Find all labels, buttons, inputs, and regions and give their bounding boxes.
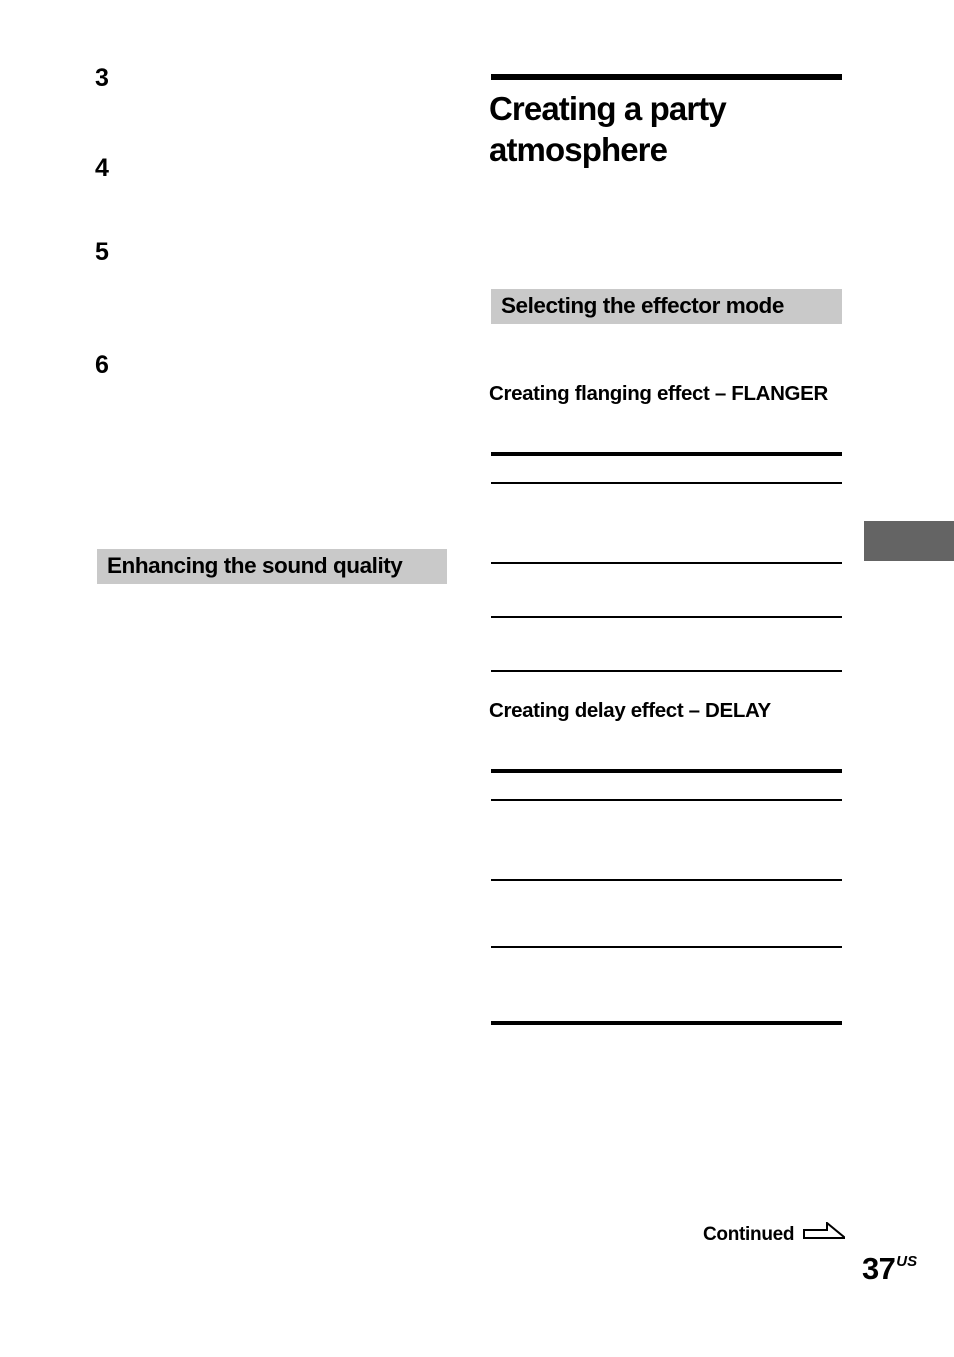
section-band-label: Enhancing the sound quality <box>107 553 403 579</box>
page-title: Creating a party atmosphere <box>489 90 727 168</box>
title-top-rule <box>491 74 842 80</box>
subheading-flanger: Creating flanging effect – FLANGER <box>489 382 828 405</box>
step-number-5: 5 <box>95 238 109 266</box>
table-rule-header <box>491 799 842 801</box>
step-number-3: 3 <box>95 64 109 92</box>
manual-page: 3 4 5 6 Enhancing the sound quality Crea… <box>0 0 954 1357</box>
flanger-parameter-table <box>491 452 842 674</box>
right-column: Creating a party atmosphere Selecting th… <box>470 0 954 1357</box>
table-rule-header <box>491 482 842 484</box>
table-rule-top <box>491 452 842 456</box>
section-band-label: Selecting the effector mode <box>501 293 784 319</box>
page-number-value: 37 <box>862 1251 896 1286</box>
table-rule-bottom <box>491 670 842 672</box>
section-band-enhancing-sound-quality: Enhancing the sound quality <box>97 549 447 584</box>
page-number-region-suffix: US <box>896 1253 918 1270</box>
subheading-delay: Creating delay effect – DELAY <box>489 699 771 722</box>
chapter-side-tab <box>864 521 954 561</box>
table-rule-row <box>491 946 842 948</box>
step-number-6: 6 <box>95 351 109 379</box>
left-column: 3 4 5 6 Enhancing the sound quality <box>0 0 470 1357</box>
table-rule-row <box>491 879 842 881</box>
section-band-selecting-effector-mode: Selecting the effector mode <box>491 289 842 324</box>
table-rule-row <box>491 616 842 618</box>
table-rule-row <box>491 562 842 564</box>
delay-parameter-table <box>491 769 842 1025</box>
table-rule-top <box>491 769 842 773</box>
step-number-4: 4 <box>95 154 109 182</box>
arrow-right-outline-icon <box>803 1220 846 1247</box>
page-number: 37 US <box>862 1253 917 1284</box>
continued-marker: Continued <box>703 1220 846 1247</box>
table-rule-bottom <box>491 1021 842 1025</box>
continued-label: Continued <box>703 1224 795 1245</box>
